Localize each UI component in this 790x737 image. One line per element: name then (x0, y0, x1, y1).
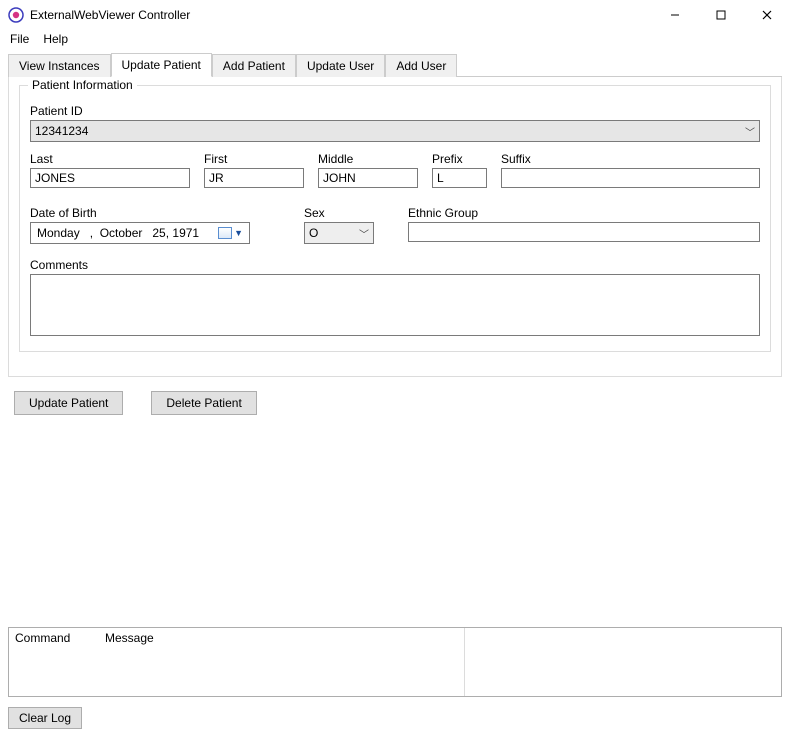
dob-picker[interactable]: Monday , October 25, 1971 ▼ (30, 222, 250, 244)
close-button[interactable] (744, 0, 790, 30)
chevron-down-icon: ﹀ (359, 226, 369, 241)
log-col-command: Command (15, 631, 105, 645)
middle-input[interactable] (318, 168, 418, 188)
last-input[interactable] (30, 168, 190, 188)
menubar: File Help (0, 30, 790, 50)
maximize-button[interactable] (698, 0, 744, 30)
titlebar: ExternalWebViewer Controller (0, 0, 790, 30)
dob-value: Monday , October 25, 1971 (37, 226, 199, 240)
app-icon (8, 7, 24, 23)
label-ethnic: Ethnic Group (408, 206, 760, 220)
prefix-input[interactable] (432, 168, 487, 188)
tab-update-patient[interactable]: Update Patient (111, 53, 212, 77)
comments-input[interactable] (30, 274, 760, 336)
first-input[interactable] (204, 168, 304, 188)
label-patient-id: Patient ID (30, 104, 760, 118)
window-title: ExternalWebViewer Controller (30, 8, 190, 22)
label-comments: Comments (30, 258, 760, 272)
patient-id-value: 12341234 (35, 124, 88, 138)
label-sex: Sex (304, 206, 374, 220)
update-patient-button[interactable]: Update Patient (14, 391, 123, 415)
sex-value: O (309, 226, 318, 240)
label-first: First (204, 152, 304, 166)
tab-strip: View Instances Update Patient Add Patien… (8, 52, 782, 77)
patient-info-group: Patient Information Patient ID 12341234 … (19, 85, 771, 352)
label-prefix: Prefix (432, 152, 487, 166)
ethnic-input[interactable] (408, 222, 760, 242)
clear-log-button[interactable]: Clear Log (8, 707, 82, 729)
tab-content: Patient Information Patient ID 12341234 … (8, 77, 782, 377)
label-middle: Middle (318, 152, 418, 166)
groupbox-title: Patient Information (28, 78, 137, 92)
tab-view-instances[interactable]: View Instances (8, 54, 111, 77)
tab-add-user[interactable]: Add User (385, 54, 457, 77)
minimize-button[interactable] (652, 0, 698, 30)
label-suffix: Suffix (501, 152, 760, 166)
tab-update-user[interactable]: Update User (296, 54, 385, 77)
log-panel: Command Message (8, 627, 782, 697)
action-buttons: Update Patient Delete Patient (14, 391, 776, 415)
suffix-input[interactable] (501, 168, 760, 188)
patient-id-select[interactable]: 12341234 ﹀ (30, 120, 760, 142)
dropdown-arrow-icon: ▼ (234, 228, 243, 238)
log-col-message: Message (105, 631, 154, 645)
menu-file[interactable]: File (10, 32, 29, 46)
sex-select[interactable]: O ﹀ (304, 222, 374, 244)
tab-add-patient[interactable]: Add Patient (212, 54, 296, 77)
chevron-down-icon: ﹀ (745, 124, 755, 139)
log-divider (464, 628, 465, 696)
delete-patient-button[interactable]: Delete Patient (151, 391, 256, 415)
menu-help[interactable]: Help (43, 32, 68, 46)
label-dob: Date of Birth (30, 206, 290, 220)
calendar-icon (218, 227, 232, 239)
label-last: Last (30, 152, 190, 166)
